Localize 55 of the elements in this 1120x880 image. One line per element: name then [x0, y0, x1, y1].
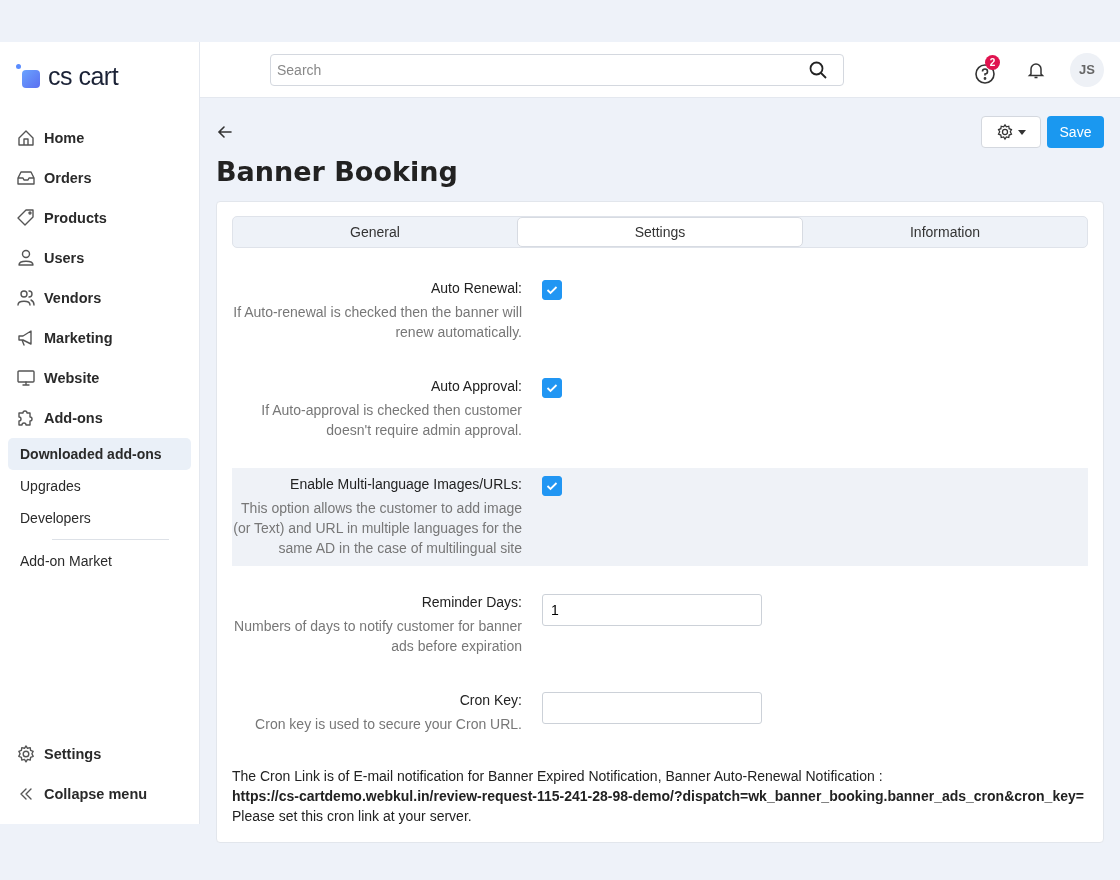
input-field[interactable] — [542, 692, 762, 724]
setting-hint: If Auto-approval is checked then customer doesn't require admin approval. — [260, 401, 522, 440]
monitor-icon — [16, 368, 36, 388]
input-field[interactable]: 1 — [542, 594, 762, 626]
setting-hint: If Auto-renewal is checked then the banner will renew automatically. — [232, 303, 522, 342]
logo-icon — [16, 64, 40, 88]
settings-dropdown-button[interactable] — [981, 116, 1041, 148]
gear-icon — [996, 123, 1014, 141]
sidebar-item[interactable]: Website — [0, 358, 199, 398]
sidebar-item[interactable]: Settings — [0, 734, 199, 774]
sidebar-item[interactable]: Marketing — [0, 318, 199, 358]
setting-label: Reminder Days: — [421, 594, 522, 610]
cron-note-footer: Please set this cron link at your server. — [232, 806, 1088, 826]
sidebar-subitem[interactable]: Add-on Market — [8, 545, 191, 577]
tab[interactable]: General — [233, 217, 517, 247]
tag-icon — [16, 208, 36, 228]
settings-icon — [16, 744, 36, 764]
user-icon — [16, 248, 36, 268]
checkbox[interactable] — [542, 476, 562, 496]
setting-label: Cron Key: — [459, 692, 522, 708]
sidebar-item[interactable]: Products — [0, 198, 199, 238]
setting-hint: Numbers of days to notify customer for banner ads before expiration — [233, 617, 522, 656]
cron-url: https://cs-cartdemo.webkul.in/review-request-115-241-28-98-demo/?dispatch=wk_banner_booking.banner_ads_cron&cron_key= — [232, 787, 1085, 806]
help-button[interactable]: 2 — [974, 54, 1002, 85]
setting-label: Auto Approval: — [430, 378, 522, 394]
sidebar-item[interactable]: Vendors — [0, 278, 199, 318]
search-icon — [808, 59, 828, 80]
tab[interactable]: Settings — [517, 217, 803, 247]
home-icon — [16, 128, 36, 148]
sidebar-item[interactable]: Collapse menu — [0, 774, 199, 814]
setting-label: Enable Multi-language Images/URLs: — [290, 476, 522, 492]
setting-hint: Cron key is used to secure your Cron URL. — [255, 715, 522, 734]
puzzle-icon — [16, 408, 36, 428]
setting-label: Auto Renewal: — [430, 280, 522, 296]
tab[interactable]: Information — [803, 217, 1087, 247]
sidebar-item[interactable]: Home — [0, 118, 199, 158]
logo-text[interactable]: cs cart — [48, 61, 119, 91]
search-field[interactable]: Search — [270, 53, 844, 86]
sidebar-item[interactable]: Add-ons — [0, 398, 199, 438]
sidebar-item[interactable]: Users — [0, 238, 199, 278]
sidebar-subitem[interactable]: Upgrades — [8, 470, 191, 502]
back-arrow-icon[interactable] — [216, 123, 234, 141]
notification-badge: 2 — [985, 54, 1000, 70]
checkbox[interactable] — [542, 378, 562, 398]
caret-icon — [1018, 129, 1026, 135]
page-title: Banner Booking — [216, 156, 459, 187]
inbox-icon — [16, 168, 36, 188]
setting-hint: This option allows the customer to add image (or Text) and URL in multiple languages for the same AD in the case of multilingual site — [232, 499, 522, 558]
users-icon — [16, 288, 36, 308]
cron-note-text: The Cron Link is of E-mail notification for Banner Expired Notification, Banner Auto-Renewal Notification : — [232, 767, 884, 786]
user-avatar[interactable]: JS — [1070, 52, 1104, 87]
sidebar-subitem[interactable]: Downloaded add-ons — [8, 438, 191, 470]
checkbox[interactable] — [542, 280, 562, 300]
sidebar-item[interactable]: Orders — [0, 158, 199, 198]
sidebar-subitem[interactable]: Developers — [8, 502, 191, 534]
